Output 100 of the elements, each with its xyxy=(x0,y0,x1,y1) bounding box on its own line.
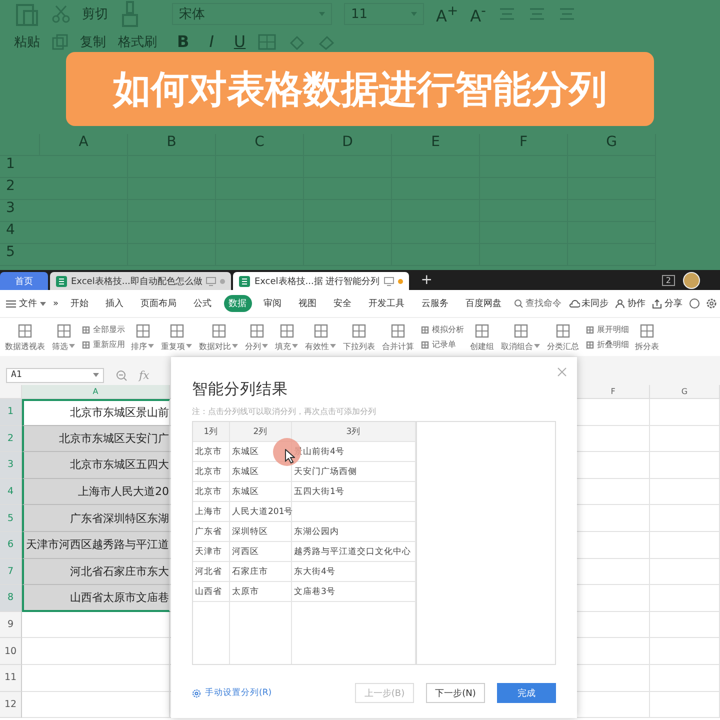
ribbon-button[interactable]: 重新应用 xyxy=(81,339,125,350)
add-tab-button[interactable]: + xyxy=(410,272,442,288)
ribbon-button[interactable]: 分类汇总 xyxy=(544,322,582,352)
name-box[interactable]: A1 xyxy=(6,368,104,382)
manual-split-link[interactable]: 手动设置分列(R) xyxy=(192,687,272,699)
column-header[interactable]: F xyxy=(577,385,650,399)
ribbon-button[interactable]: 有效性 xyxy=(302,322,339,352)
file-menu[interactable]: 文件 xyxy=(6,297,46,310)
table-cell: 北京市东城区五四大 xyxy=(22,452,170,479)
table-cell: 深圳特区 xyxy=(230,522,292,542)
toolbar-action[interactable]: 未同步 xyxy=(568,297,609,310)
table-cell xyxy=(650,505,720,532)
document-tab[interactable]: Excel表格技...即自动配色怎么做 xyxy=(50,272,232,290)
eraser-icon[interactable] xyxy=(318,34,336,50)
column-header[interactable]: A xyxy=(22,385,170,399)
table-cell: 上海市 xyxy=(193,502,230,522)
ribbon-button[interactable]: 取消组合 xyxy=(498,322,543,352)
align-icon[interactable] xyxy=(528,7,546,21)
ribbon-button[interactable]: 数据透视表 xyxy=(2,322,48,352)
ribbon-tab[interactable]: 开发工具 xyxy=(364,295,410,312)
table-icon xyxy=(512,322,528,338)
ribbon-tab[interactable]: 百度网盘 xyxy=(460,295,507,312)
ribbon-button[interactable]: 展开明细 xyxy=(585,324,629,335)
window-count[interactable]: 2 xyxy=(662,274,675,286)
table-icon xyxy=(420,324,430,334)
ribbon-button[interactable]: 拆分表 xyxy=(632,322,662,352)
clipboard-icon[interactable] xyxy=(14,1,40,27)
table-cell: 上海市人民大道20 xyxy=(22,478,170,506)
table-cell: 太原市 xyxy=(230,582,292,602)
column-header: G xyxy=(568,134,656,156)
ribbon-tab[interactable]: 审阅 xyxy=(258,295,287,312)
avatar[interactable] xyxy=(683,272,700,288)
zoom-icon[interactable] xyxy=(116,370,127,380)
search-field[interactable]: 查找命令 xyxy=(514,297,562,310)
row-number[interactable]: 12 xyxy=(0,692,22,718)
table-cell: 五四大街1号 xyxy=(292,482,416,502)
ribbon-tab[interactable]: 页面布局 xyxy=(136,295,182,312)
settings-icon[interactable] xyxy=(706,298,717,309)
ribbon-button[interactable]: 合并计算 xyxy=(379,322,417,352)
gear-icon xyxy=(192,688,201,698)
table-cell: 河北省石家庄市东大 xyxy=(22,558,170,586)
table-cell: 石家庄市 xyxy=(230,562,292,582)
ribbon-tab[interactable]: 云服务 xyxy=(416,295,454,312)
column-header[interactable]: 1列 xyxy=(193,422,230,442)
ribbon-button[interactable]: 排序 xyxy=(128,322,157,352)
ribbon-button[interactable]: 数据对比 xyxy=(196,322,241,352)
ribbon-tab[interactable]: 数据 xyxy=(224,295,252,312)
spreadsheet-icon xyxy=(56,276,67,286)
column-header[interactable]: G xyxy=(650,385,720,399)
table-cell: 东城区 xyxy=(230,482,292,502)
ribbon-button[interactable]: 创建组 xyxy=(467,322,497,352)
align-icon[interactable] xyxy=(558,7,576,21)
table-cell xyxy=(650,478,720,506)
column-header: E xyxy=(392,134,480,156)
ribbon-tab[interactable]: 安全 xyxy=(328,295,357,312)
dialog-title: 智能分列结果 xyxy=(192,379,289,400)
table-cell: 山西省太原市文庙巷 xyxy=(22,585,170,612)
ribbon-tab[interactable]: 开始 xyxy=(66,295,94,312)
chat-icon[interactable] xyxy=(688,298,700,309)
copy-icon[interactable] xyxy=(52,34,68,50)
finish-button[interactable]: 完成 xyxy=(497,683,556,703)
row-number: 1 xyxy=(0,156,40,178)
scissors-icon[interactable] xyxy=(52,5,70,23)
ribbon-button[interactable]: 记录单 xyxy=(420,339,464,350)
ribbon-tab[interactable]: 插入 xyxy=(100,295,129,312)
table-cell: 北京市 xyxy=(193,462,230,482)
ribbon-tab[interactable]: 视图 xyxy=(294,295,322,312)
toolbar-action[interactable]: 协作 xyxy=(614,297,646,310)
ribbon-button[interactable]: 分列 xyxy=(242,322,271,352)
row-number[interactable]: 9 xyxy=(0,612,22,638)
toolbar-action[interactable]: 分享 xyxy=(652,297,683,310)
table-icon xyxy=(639,322,655,338)
font-name: 宋体 xyxy=(179,6,205,23)
column-header: B xyxy=(128,134,216,156)
ribbon-button[interactable]: 填充 xyxy=(272,322,301,352)
column-header: A xyxy=(40,134,128,156)
ribbon-tab[interactable]: 公式 xyxy=(188,295,217,312)
more-button[interactable]: » xyxy=(53,298,59,308)
close-icon[interactable] xyxy=(557,367,567,377)
table-icon xyxy=(390,322,406,338)
row-number[interactable]: 10 xyxy=(0,638,22,665)
align-icon[interactable] xyxy=(498,7,516,21)
video-title-banner: 如何对表格数据进行智能分列 xyxy=(66,52,654,126)
document-tab[interactable]: 首页 xyxy=(0,272,48,290)
document-tab[interactable]: Excel表格技...据 进行智能分列 xyxy=(233,272,409,290)
column-header[interactable]: 2列 xyxy=(230,422,292,442)
brush-icon[interactable] xyxy=(120,1,140,27)
fill-icon[interactable] xyxy=(288,34,306,50)
ribbon-button[interactable]: 模拟分析 xyxy=(420,324,464,335)
step-button[interactable]: 下一步(N) xyxy=(426,683,485,703)
ribbon-button[interactable]: 下拉列表 xyxy=(340,322,378,352)
row-number[interactable]: 11 xyxy=(0,664,22,692)
ribbon-button[interactable]: 折叠明细 xyxy=(585,339,629,350)
table-cell: 东湖公园内 xyxy=(292,522,416,542)
ribbon-button[interactable]: 全部显示 xyxy=(81,324,125,335)
ribbon-button[interactable]: 重复项 xyxy=(158,322,195,352)
column-header[interactable]: 3列 xyxy=(292,422,416,442)
ribbon-button[interactable]: 筛选 xyxy=(49,322,78,352)
border-icon[interactable] xyxy=(258,34,276,50)
caret-icon xyxy=(40,302,46,306)
